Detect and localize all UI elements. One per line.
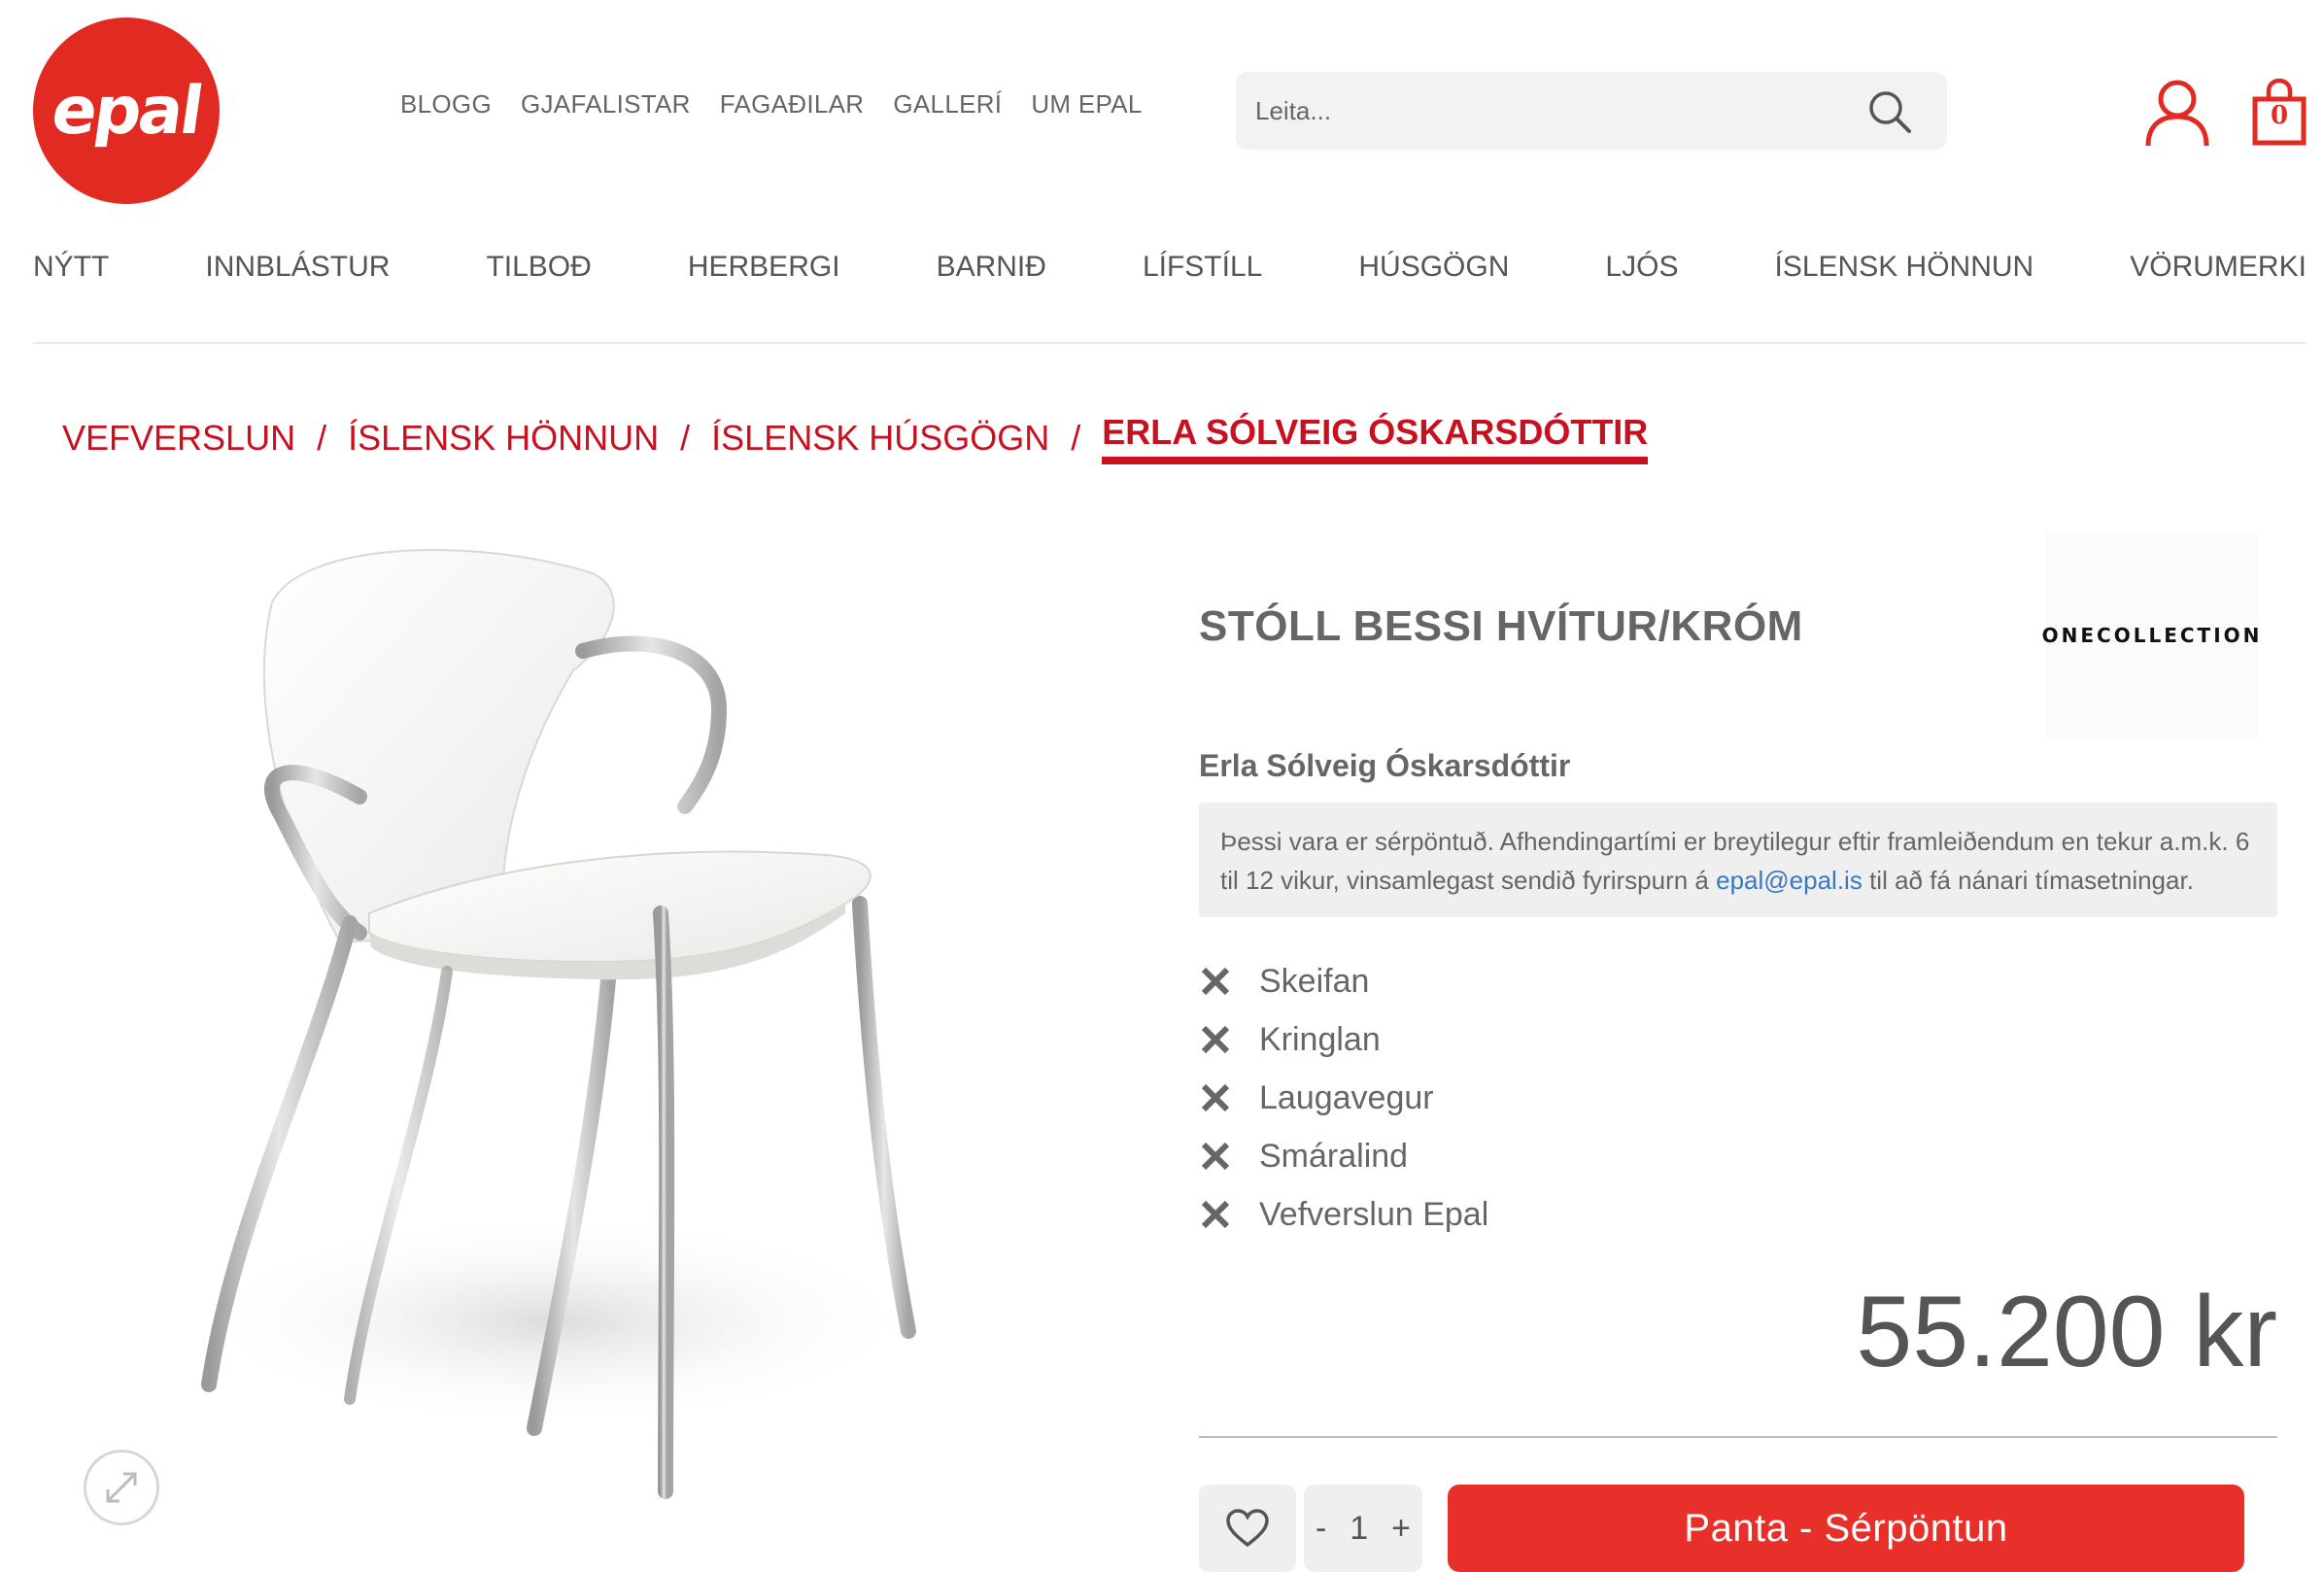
- epal-logo[interactable]: epal: [33, 17, 220, 204]
- unavailable-x-icon: [1201, 967, 1230, 996]
- zoom-button[interactable]: [84, 1450, 159, 1525]
- top-nav-fagadilar[interactable]: FAGAÐILAR: [720, 89, 865, 120]
- main-nav-ljos[interactable]: LJÓS: [1605, 251, 1678, 284]
- main-nav-innblastur[interactable]: INNBLÁSTUR: [205, 251, 390, 284]
- designer-name: Erla Sólveig Óskarsdóttir: [1199, 748, 1571, 783]
- brand-logo-text: ONECOLLECTION: [2041, 624, 2263, 647]
- store-availability-item: Kringlan: [1199, 1010, 1488, 1069]
- main-nav-tilbod[interactable]: TILBOÐ: [486, 251, 591, 284]
- breadcrumb-separator: /: [1071, 418, 1081, 458]
- main-nav-vorumerki[interactable]: VÖRUMERKI: [2130, 251, 2307, 284]
- store-name: Kringlan: [1259, 1020, 1381, 1058]
- main-nav-nytt[interactable]: NÝTT: [33, 251, 109, 284]
- unavailable-x-icon: [1201, 1142, 1230, 1171]
- store-name: Laugavegur: [1259, 1078, 1434, 1116]
- product-image[interactable]: [146, 525, 1001, 1516]
- main-nav-islensk-honnun[interactable]: ÍSLENSK HÖNNUN: [1774, 251, 2034, 284]
- store-availability-item: Vefverslun Epal: [1199, 1185, 1488, 1244]
- main-nav-barnid[interactable]: BARNIÐ: [937, 251, 1046, 284]
- breadcrumb-item[interactable]: VEFVERSLUN: [62, 418, 295, 459]
- quantity-plus-button[interactable]: +: [1391, 1510, 1411, 1548]
- expand-icon: [106, 1472, 137, 1503]
- product-title: STÓLL BESSI HVÍTUR/KRÓM: [1199, 602, 1803, 650]
- logo-text: epal: [47, 72, 206, 150]
- main-nav-lifstill[interactable]: LÍFSTÍLL: [1143, 251, 1262, 284]
- cart-count: 0: [2270, 101, 2289, 130]
- main-nav-herbergi[interactable]: HERBERGI: [688, 251, 840, 284]
- quantity-value[interactable]: 1: [1350, 1510, 1368, 1548]
- heart-icon: [1226, 1509, 1269, 1548]
- unavailable-x-icon: [1201, 1200, 1230, 1229]
- search-input[interactable]: [1255, 72, 1858, 150]
- store-availability-item: Smáralind: [1199, 1127, 1488, 1185]
- brand-logo[interactable]: ONECOLLECTION: [2042, 532, 2259, 738]
- special-order-notice: Þessi vara er sérpöntuð. Afhendingartími…: [1199, 803, 2277, 917]
- store-name: Smáralind: [1259, 1137, 1409, 1175]
- wishlist-button[interactable]: [1199, 1485, 1296, 1572]
- unavailable-x-icon: [1201, 1025, 1230, 1054]
- header-divider: [33, 342, 2307, 344]
- product-price: 55.200 kr: [1856, 1276, 2277, 1388]
- store-availability-item: Skeifan: [1199, 952, 1488, 1010]
- main-nav-husgogn[interactable]: HÚSGÖGN: [1358, 251, 1509, 284]
- order-button[interactable]: Panta - Sérpöntun: [1448, 1485, 2244, 1572]
- top-nav: BLOGG GJAFALISTAR FAGAÐILAR GALLERÍ UM E…: [400, 89, 1143, 120]
- notice-text-end: til að fá nánari tímasetningar.: [1862, 866, 2194, 895]
- search-icon[interactable]: [1865, 87, 1914, 136]
- store-availability-item: Laugavegur: [1199, 1069, 1488, 1127]
- top-nav-um-epal[interactable]: UM EPAL: [1031, 89, 1142, 120]
- breadcrumb: VEFVERSLUN / ÍSLENSK HÖNNUN / ÍSLENSK HÚ…: [62, 412, 1649, 464]
- breadcrumb-separator: /: [680, 418, 691, 458]
- quantity-stepper: - 1 +: [1304, 1485, 1422, 1572]
- quantity-minus-button[interactable]: -: [1316, 1510, 1326, 1548]
- breadcrumb-item[interactable]: ÍSLENSK HÖNNUN: [348, 418, 659, 459]
- price-divider: [1199, 1436, 2277, 1438]
- store-availability-list: Skeifan Kringlan Laugavegur Smáralind Ve…: [1199, 952, 1488, 1244]
- breadcrumb-item[interactable]: ÍSLENSK HÚSGÖGN: [711, 418, 1049, 459]
- user-icon[interactable]: [2143, 78, 2211, 148]
- top-nav-galleri[interactable]: GALLERÍ: [893, 89, 1002, 120]
- search-bar: [1236, 72, 1947, 150]
- unavailable-x-icon: [1201, 1083, 1230, 1112]
- notice-email-link[interactable]: epal@epal.is: [1716, 866, 1863, 895]
- breadcrumb-separator: /: [317, 418, 327, 458]
- top-nav-blogg[interactable]: BLOGG: [400, 89, 492, 120]
- main-nav: NÝTT INNBLÁSTUR TILBOÐ HERBERGI BARNIÐ L…: [33, 251, 2307, 284]
- top-nav-gjafalistar[interactable]: GJAFALISTAR: [521, 89, 691, 120]
- breadcrumb-current[interactable]: ERLA SÓLVEIG ÓSKARSDÓTTIR: [1102, 412, 1649, 464]
- store-name: Skeifan: [1259, 962, 1370, 1000]
- store-name: Vefverslun Epal: [1259, 1195, 1489, 1233]
